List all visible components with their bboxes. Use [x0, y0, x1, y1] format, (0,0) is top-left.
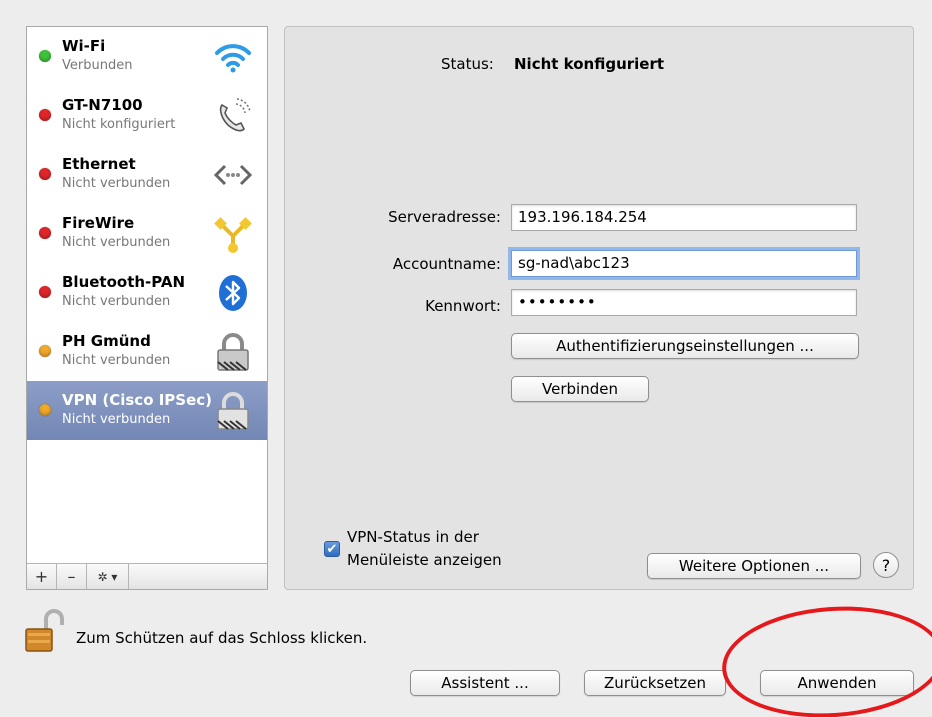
vpn-status-label-line2: Menüleiste anzeigen — [347, 551, 502, 569]
service-status: Nicht verbunden — [62, 294, 171, 309]
lock-icon — [217, 333, 249, 371]
ethernet-icon — [213, 164, 253, 186]
password-input[interactable]: •••••••• — [511, 289, 857, 316]
service-name: GT-N7100 — [62, 96, 143, 114]
status-dot — [39, 227, 51, 239]
service-name: Wi-Fi — [62, 37, 106, 55]
padlock-icon[interactable] — [24, 609, 64, 653]
help-button[interactable]: ? — [873, 552, 899, 578]
status-dot — [39, 404, 51, 416]
service-list[interactable]: Wi-Fi Verbunden GT-N7100 Nicht konfiguri… — [26, 26, 268, 590]
service-vpn-cisco-ipsec[interactable]: VPN (Cisco IPSec) Nicht verbunden — [27, 381, 267, 440]
service-status: Nicht konfiguriert — [62, 117, 176, 132]
firewire-icon — [214, 217, 252, 253]
status-dot — [39, 345, 51, 357]
status-value: Nicht konfiguriert — [514, 55, 665, 73]
remove-service-button[interactable]: – — [57, 564, 87, 589]
account-name-label: Accountname: — [392, 255, 501, 273]
service-name: VPN (Cisco IPSec) — [62, 391, 213, 409]
status-label: Status: — [441, 55, 494, 73]
service-status: Verbunden — [62, 58, 133, 73]
wifi-icon — [215, 44, 251, 73]
bluetooth-icon — [219, 275, 247, 311]
service-firewire[interactable]: FireWire Nicht verbunden — [27, 204, 267, 263]
more-options-button[interactable]: Weitere Optionen ... — [647, 553, 861, 579]
status-dot — [39, 168, 51, 180]
service-status: Nicht verbunden — [62, 235, 171, 250]
assistant-button[interactable]: Assistent ... — [410, 670, 560, 696]
service-status: Nicht verbunden — [62, 412, 171, 427]
status-dot — [39, 109, 51, 121]
vpn-status-label-line1: VPN-Status in der — [347, 528, 479, 546]
password-label: Kennwort: — [425, 297, 501, 315]
lock-icon — [217, 392, 249, 430]
reset-button[interactable]: Zurücksetzen — [584, 670, 726, 696]
service-wifi[interactable]: Wi-Fi Verbunden — [27, 27, 267, 86]
authentication-settings-button[interactable]: Authentifizierungseinstellungen ... — [511, 333, 859, 359]
service-status: Nicht verbunden — [62, 176, 171, 191]
server-address-label: Serveradresse: — [388, 208, 501, 226]
phone-icon — [219, 98, 251, 132]
service-detail-panel: Status: Nicht konfiguriert Serveradresse… — [284, 26, 914, 590]
service-name: Bluetooth-PAN — [62, 273, 186, 291]
connect-button[interactable]: Verbinden — [511, 376, 649, 402]
apply-button[interactable]: Anwenden — [760, 670, 914, 696]
service-name: PH Gmünd — [62, 332, 151, 350]
lock-hint-text: Zum Schützen auf das Schloss klicken. — [76, 629, 368, 647]
service-name: FireWire — [62, 214, 135, 232]
service-gt-n7100[interactable]: GT-N7100 Nicht konfiguriert — [27, 86, 267, 145]
vpn-status-checkbox[interactable]: ✔ — [324, 541, 340, 557]
service-list-toolbar: + – ✲ ▾ — [27, 563, 267, 589]
add-service-button[interactable]: + — [27, 564, 57, 589]
service-ph-gmuend[interactable]: PH Gmünd Nicht verbunden — [27, 322, 267, 381]
action-menu-button[interactable]: ✲ ▾ — [87, 564, 129, 589]
service-ethernet[interactable]: Ethernet Nicht verbunden — [27, 145, 267, 204]
service-status: Nicht verbunden — [62, 353, 171, 368]
account-name-input[interactable]: sg-nad\abc123 — [511, 250, 857, 277]
highlight-annotation — [718, 599, 932, 717]
service-name: Ethernet — [62, 155, 136, 173]
server-address-input[interactable]: 193.196.184.254 — [511, 204, 857, 231]
status-dot — [39, 50, 51, 62]
status-dot — [39, 286, 51, 298]
service-bluetooth-pan[interactable]: Bluetooth-PAN Nicht verbunden — [27, 263, 267, 322]
